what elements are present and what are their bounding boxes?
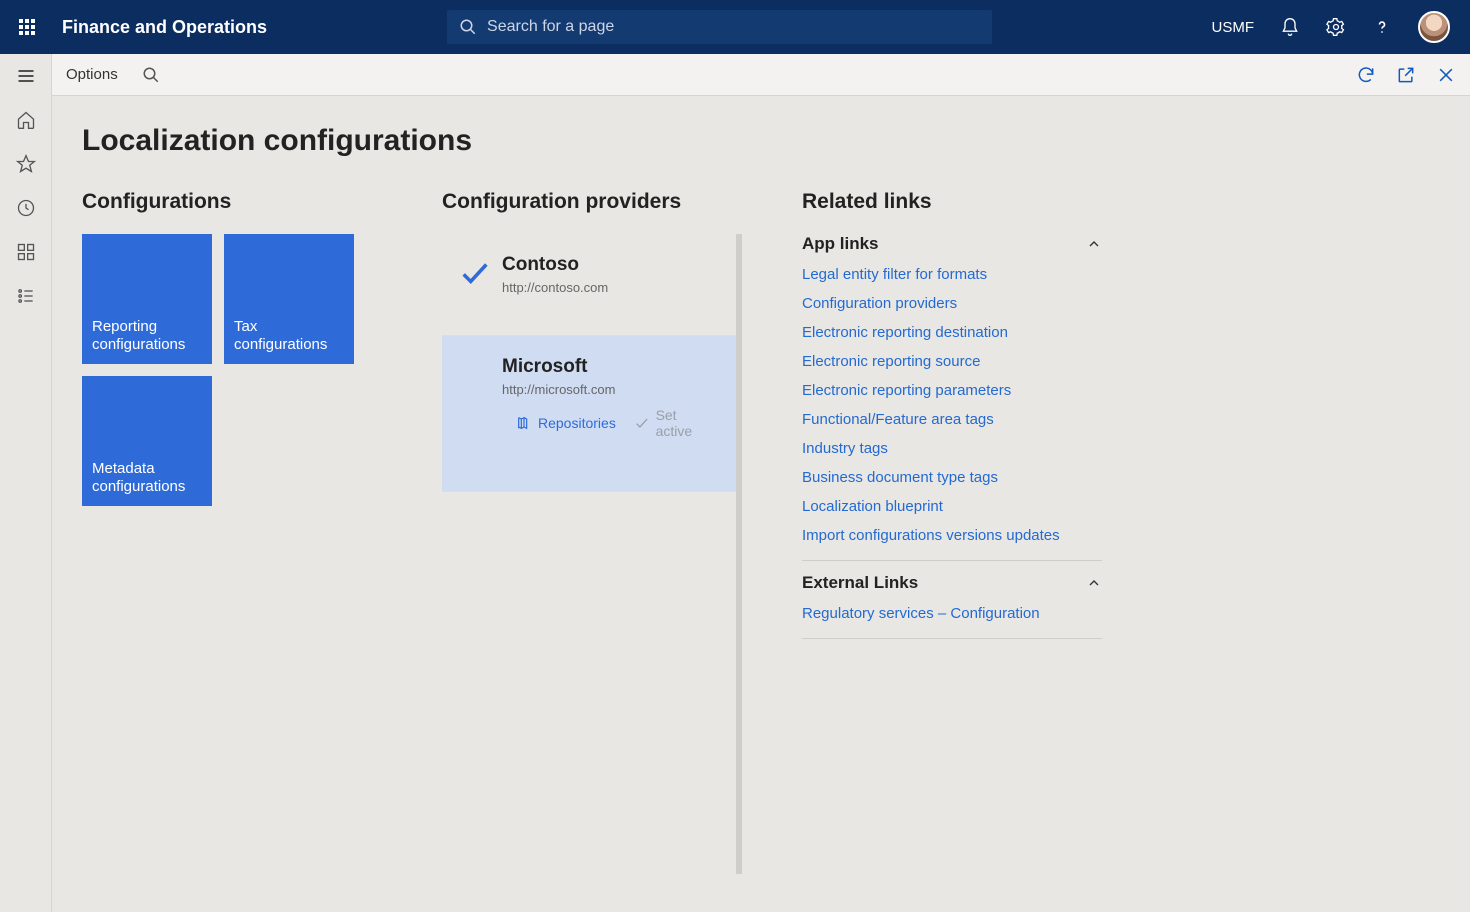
repositories-label: Repositories xyxy=(538,415,616,431)
waffle-icon xyxy=(19,19,35,35)
refresh-icon xyxy=(1356,65,1376,85)
related-group-title: External Links xyxy=(802,573,918,593)
related-group-header[interactable]: External Links xyxy=(802,573,1102,593)
search-input[interactable] xyxy=(487,18,980,36)
actionbar-search-button[interactable] xyxy=(142,66,160,84)
help-button[interactable] xyxy=(1372,17,1392,37)
related-group-title: App links xyxy=(802,234,879,254)
link-industry-tags[interactable]: Industry tags xyxy=(802,440,1102,457)
link-configuration-providers[interactable]: Configuration providers xyxy=(802,295,1102,312)
hamburger-button[interactable] xyxy=(14,64,38,88)
configurations-section: Configurations Reporting configurations … xyxy=(82,190,382,506)
modules-button[interactable] xyxy=(14,284,38,308)
close-button[interactable] xyxy=(1436,65,1456,85)
provider-url: http://microsoft.com xyxy=(502,382,716,397)
list-icon xyxy=(16,286,36,306)
active-provider-check-icon xyxy=(458,256,492,290)
user-avatar[interactable] xyxy=(1418,11,1450,43)
bell-icon xyxy=(1280,17,1300,37)
set-active-label: Set active xyxy=(656,407,716,439)
app-launcher-button[interactable] xyxy=(0,0,54,54)
clock-icon xyxy=(16,198,36,218)
settings-button[interactable] xyxy=(1326,17,1346,37)
set-active-button: Set active xyxy=(634,407,716,439)
tile-label: Reporting configurations xyxy=(92,318,202,354)
providers-section: Configuration providers Contoso http://c… xyxy=(442,190,742,874)
hamburger-icon xyxy=(16,66,36,86)
chevron-up-icon xyxy=(1086,575,1102,591)
link-er-destination[interactable]: Electronic reporting destination xyxy=(802,324,1102,341)
recent-button[interactable] xyxy=(14,196,38,220)
provider-url: http://contoso.com xyxy=(502,280,716,295)
notifications-button[interactable] xyxy=(1280,17,1300,37)
chevron-up-icon xyxy=(1086,236,1102,252)
popout-button[interactable] xyxy=(1396,65,1416,85)
link-localization-blueprint[interactable]: Localization blueprint xyxy=(802,498,1102,515)
star-icon xyxy=(16,154,36,174)
top-bar: Finance and Operations USMF xyxy=(0,0,1470,54)
check-icon xyxy=(634,415,650,431)
close-icon xyxy=(1436,65,1456,85)
company-code[interactable]: USMF xyxy=(1212,19,1255,36)
search-icon xyxy=(142,66,160,84)
page-title: Localization configurations xyxy=(82,124,1440,158)
provider-name: Microsoft xyxy=(502,356,716,378)
options-menu[interactable]: Options xyxy=(66,66,118,83)
content-area: Localization configurations Configuratio… xyxy=(52,96,1470,912)
nav-rail xyxy=(0,54,52,912)
repositories-icon xyxy=(516,415,532,431)
tile-tax-configurations[interactable]: Tax configurations xyxy=(224,234,354,364)
gear-icon xyxy=(1326,17,1346,37)
search-icon xyxy=(459,18,477,36)
help-icon xyxy=(1372,17,1392,37)
providers-list: Contoso http://contoso.com Microsoft htt… xyxy=(442,234,742,874)
tile-label: Tax configurations xyxy=(234,318,344,354)
link-functional-tags[interactable]: Functional/Feature area tags xyxy=(802,411,1102,428)
home-button[interactable] xyxy=(14,108,38,132)
favorites-button[interactable] xyxy=(14,152,38,176)
workspace-icon xyxy=(16,242,36,262)
repositories-button[interactable]: Repositories xyxy=(516,407,616,439)
related-group-app-links: App links Legal entity filter for format… xyxy=(802,234,1102,561)
provider-card-microsoft[interactable]: Microsoft http://microsoft.com Repositor… xyxy=(442,336,736,492)
search-box[interactable] xyxy=(447,10,992,44)
provider-card-contoso[interactable]: Contoso http://contoso.com xyxy=(442,234,736,336)
workspaces-button[interactable] xyxy=(14,240,38,264)
header-right-cluster: USMF xyxy=(1212,11,1470,43)
app-title: Finance and Operations xyxy=(62,17,267,38)
link-er-parameters[interactable]: Electronic reporting parameters xyxy=(802,382,1102,399)
tile-metadata-configurations[interactable]: Metadata configurations xyxy=(82,376,212,506)
refresh-button[interactable] xyxy=(1356,65,1376,85)
related-links-heading: Related links xyxy=(802,190,1102,214)
related-group-header[interactable]: App links xyxy=(802,234,1102,254)
home-icon xyxy=(16,110,36,130)
action-bar: Options xyxy=(52,54,1470,96)
providers-heading: Configuration providers xyxy=(442,190,742,214)
link-import-config-updates[interactable]: Import configurations versions updates xyxy=(802,527,1102,544)
configurations-heading: Configurations xyxy=(82,190,382,214)
link-business-doc-tags[interactable]: Business document type tags xyxy=(802,469,1102,486)
related-group-external-links: External Links Regulatory services – Con… xyxy=(802,573,1102,639)
link-er-source[interactable]: Electronic reporting source xyxy=(802,353,1102,370)
related-links-section: Related links App links Legal entity fil… xyxy=(802,190,1102,651)
link-regulatory-services[interactable]: Regulatory services – Configuration xyxy=(802,605,1102,622)
tile-reporting-configurations[interactable]: Reporting configurations xyxy=(82,234,212,364)
provider-name: Contoso xyxy=(502,254,716,276)
tile-label: Metadata configurations xyxy=(92,460,202,496)
popout-icon xyxy=(1396,65,1416,85)
link-legal-entity-filter[interactable]: Legal entity filter for formats xyxy=(802,266,1102,283)
